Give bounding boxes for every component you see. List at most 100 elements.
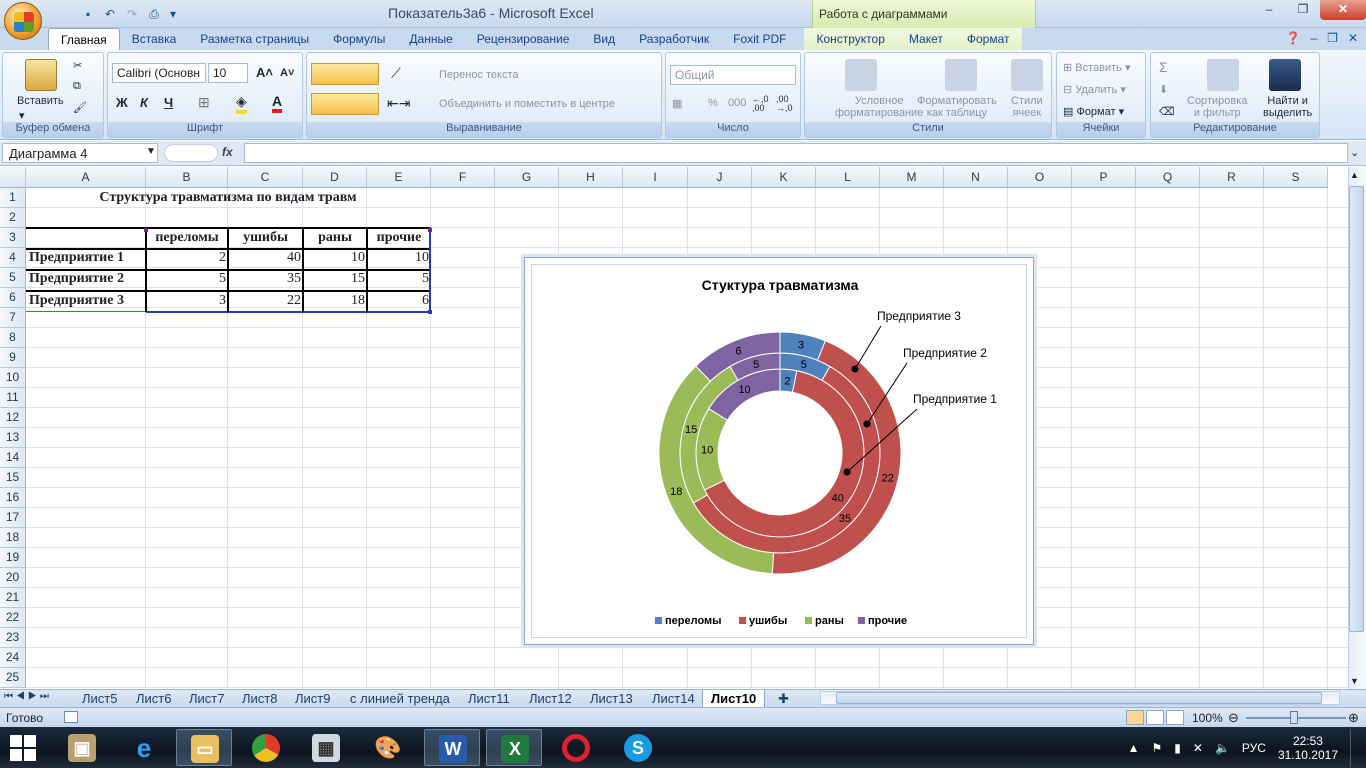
save-icon[interactable]: ▪ xyxy=(80,6,96,22)
currency-icon[interactable]: ▦ xyxy=(672,97,682,110)
column-header[interactable]: C xyxy=(228,167,303,188)
column-header[interactable]: G xyxy=(495,167,559,188)
taskbar-excel[interactable]: X xyxy=(486,729,542,766)
taskbar-chrome[interactable] xyxy=(238,729,294,766)
row-header[interactable]: 23 xyxy=(0,628,26,648)
row-header[interactable]: 24 xyxy=(0,648,26,668)
cut-icon[interactable]: ✂ xyxy=(73,59,82,72)
font-color-icon[interactable]: A xyxy=(272,93,283,113)
zoom-level[interactable]: 100% xyxy=(1192,711,1223,725)
legend-swatch[interactable] xyxy=(805,617,812,624)
row-header[interactable]: 12 xyxy=(0,408,26,428)
clear-icon[interactable]: ⌫ xyxy=(1159,105,1175,118)
zoom-out-icon[interactable]: ⊖ xyxy=(1228,710,1239,726)
tab-data[interactable]: Данные xyxy=(397,28,464,50)
font-name-select[interactable]: Calibri (Основн xyxy=(112,63,206,83)
sheet-tab[interactable]: Лист14 xyxy=(644,690,703,708)
header-cell-fractures[interactable]: переломы xyxy=(146,228,228,248)
row-header[interactable]: 16 xyxy=(0,488,26,508)
restore-button[interactable]: ❐ xyxy=(1286,0,1320,20)
delete-cells-button[interactable]: ⊟ Удалить ▾ xyxy=(1063,83,1126,96)
data-label[interactable]: 5 xyxy=(801,359,807,371)
row-header[interactable]: 25 xyxy=(0,668,26,688)
column-header[interactable]: S xyxy=(1264,167,1328,188)
macro-record-icon[interactable] xyxy=(64,711,78,723)
data-label[interactable]: 5 xyxy=(753,359,759,371)
percent-button[interactable]: % xyxy=(708,97,718,109)
format-as-table-button[interactable]: Форматировать как таблицу xyxy=(917,95,997,119)
taskbar-paint[interactable]: 🎨 xyxy=(360,729,416,766)
ribbon-close-icon[interactable]: ✕ xyxy=(1348,31,1358,45)
doughnut-chart[interactable]: 2 40 10 10 5 35 15 5 3 22 18 6 Стуктура травматизма П… xyxy=(524,257,1034,645)
column-header[interactable]: O xyxy=(1008,167,1072,188)
row-label-cell[interactable]: Предприятие 2 xyxy=(27,269,126,289)
sheet-tab[interactable]: Лист13 xyxy=(582,690,641,708)
decimal-increase-icon[interactable]: ←,0,00 xyxy=(752,95,769,113)
tab-design[interactable]: Конструктор xyxy=(804,28,897,50)
column-header[interactable]: E xyxy=(367,167,431,188)
header-cell-other[interactable]: прочие xyxy=(367,228,431,248)
column-header[interactable]: D xyxy=(303,167,367,188)
wrap-text-button[interactable]: Перенос текста xyxy=(439,69,519,81)
column-header[interactable]: J xyxy=(688,167,752,188)
tab-layout[interactable]: Макет xyxy=(896,28,955,50)
sheet-tab[interactable]: Лист5 xyxy=(74,690,125,708)
data-cell[interactable]: 2 xyxy=(146,248,228,268)
horizontal-scroll-thumb[interactable] xyxy=(836,692,1322,704)
redo-icon[interactable]: ↷ xyxy=(124,6,140,22)
sheet-tab[interactable]: с линией тренда xyxy=(342,690,458,708)
tab-formulas[interactable]: Формулы xyxy=(321,28,397,50)
show-desktop-button[interactable] xyxy=(1350,728,1356,767)
row-label-cell[interactable]: Предприятие 1 xyxy=(27,248,126,268)
fill-color-icon[interactable]: ◈ xyxy=(236,93,247,114)
row-header[interactable]: 4 xyxy=(0,248,26,268)
insert-sheet-icon[interactable]: ✚ xyxy=(770,690,797,708)
row-header[interactable]: 17 xyxy=(0,508,26,528)
undo-icon[interactable]: ↶ xyxy=(102,6,118,22)
thousands-button[interactable]: 000 xyxy=(728,97,746,109)
header-cell-bruises[interactable]: ушибы xyxy=(228,228,303,248)
vertical-scroll-thumb[interactable] xyxy=(1349,186,1364,632)
select-all-corner[interactable] xyxy=(0,167,26,188)
column-header[interactable]: A xyxy=(26,167,146,188)
data-label[interactable]: 3 xyxy=(798,340,804,352)
data-label[interactable]: 10 xyxy=(701,444,713,456)
bold-button[interactable]: Ж xyxy=(116,95,128,110)
series-label[interactable]: Предприятие 3 xyxy=(877,309,961,323)
sheet-tab[interactable]: Лист11 xyxy=(460,690,518,708)
data-cell[interactable]: 5 xyxy=(367,269,431,289)
office-button[interactable] xyxy=(4,2,42,40)
language-indicator[interactable]: РУС xyxy=(1242,741,1266,755)
formula-bar-expand-control[interactable] xyxy=(164,144,218,162)
callout-dot[interactable] xyxy=(851,365,859,373)
row-header[interactable]: 8 xyxy=(0,328,26,348)
sheet-title-cell[interactable]: Структура травматизма по видам травм xyxy=(26,188,430,208)
orientation-icon[interactable]: ⟋ xyxy=(391,65,401,82)
number-format-select[interactable]: Общий xyxy=(670,65,796,85)
page-break-view-icon[interactable] xyxy=(1166,710,1184,725)
taskbar-opera[interactable] xyxy=(548,729,604,766)
tab-developer[interactable]: Разработчик xyxy=(627,28,721,50)
tray-expand-icon[interactable]: ▲ xyxy=(1128,741,1140,755)
column-header[interactable]: K xyxy=(752,167,816,188)
column-header[interactable]: R xyxy=(1200,167,1264,188)
row-header[interactable]: 14 xyxy=(0,448,26,468)
clock[interactable]: 22:53 31.10.2017 xyxy=(1278,734,1338,762)
zoom-slider-thumb[interactable] xyxy=(1290,711,1298,724)
row-header[interactable]: 18 xyxy=(0,528,26,548)
legend-swatch[interactable] xyxy=(858,617,865,624)
sheet-tab[interactable]: Лист12 xyxy=(521,690,580,708)
sheet-tab[interactable]: Лист6 xyxy=(128,690,179,708)
taskbar-calculator[interactable]: ▦ xyxy=(298,729,354,766)
tab-foxit-pdf[interactable]: Foxit PDF xyxy=(721,28,798,50)
data-cell[interactable]: 6 xyxy=(367,291,431,311)
close-button[interactable]: ✕ xyxy=(1320,0,1366,20)
data-cell[interactable]: 18 xyxy=(303,291,367,311)
format-cells-button[interactable]: ▤ Формат ▾ xyxy=(1063,105,1124,118)
find-select-button[interactable]: Найти и выделить xyxy=(1263,95,1312,119)
row-header[interactable]: 21 xyxy=(0,588,26,608)
tab-view[interactable]: Вид xyxy=(581,28,627,50)
taskbar-skype[interactable]: S xyxy=(610,729,666,766)
formula-input[interactable] xyxy=(244,143,1348,163)
chart-title[interactable]: Стуктура травматизма xyxy=(702,277,859,293)
